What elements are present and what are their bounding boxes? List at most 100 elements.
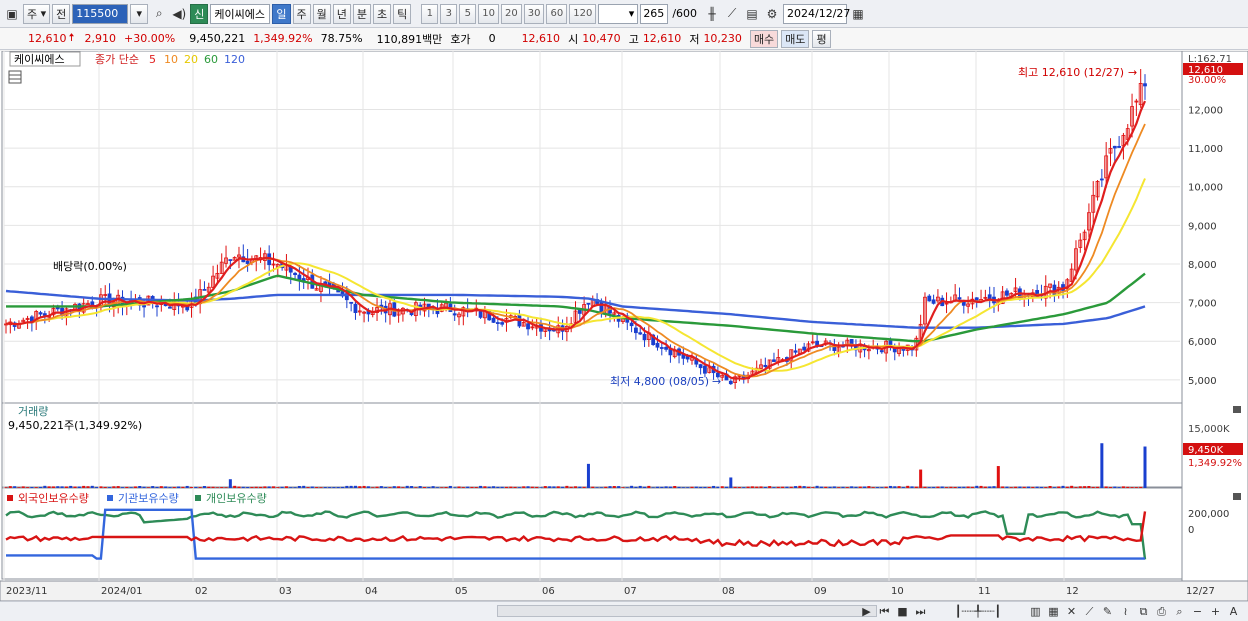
stop-icon[interactable]: ■ — [894, 603, 911, 620]
period-year-button[interactable]: 년 — [332, 3, 351, 24]
volume-bar — [621, 487, 625, 488]
sell-button[interactable]: 매도 — [781, 29, 810, 48]
horizontal-scrollbar[interactable] — [497, 605, 877, 617]
volume-bar — [828, 486, 832, 488]
volume-bar — [306, 487, 310, 488]
scroll-right-icon[interactable]: ▶ — [858, 603, 875, 620]
interval-120-button[interactable]: 120 — [569, 3, 597, 24]
volume-bar — [328, 487, 332, 488]
volume-bar — [492, 486, 496, 488]
interval-3-button[interactable]: 3 — [440, 3, 458, 24]
volume-bar — [1001, 486, 1005, 488]
volume-bar — [845, 487, 849, 488]
pen-icon[interactable]: ✎ — [1099, 603, 1116, 620]
volume-bar — [1065, 486, 1069, 488]
candle-type-icon[interactable]: ╫ — [703, 4, 721, 24]
candle-body — [927, 295, 932, 302]
volume-bar — [185, 485, 189, 488]
x-tick-label: 04 — [365, 586, 378, 597]
volume-bar — [798, 485, 802, 488]
date-input[interactable]: 2024/12/27 — [783, 3, 850, 24]
font-icon[interactable]: A — [1225, 603, 1242, 620]
buy-button[interactable]: 매수 — [749, 29, 779, 48]
volume-bar — [95, 487, 99, 488]
volume-bar — [983, 486, 987, 488]
period-minute-button[interactable]: 분 — [352, 3, 372, 24]
toolbar: ▣ 주 ▾ 전 115500 ▾ ⌕ ◀) 신 케이씨에스 일 주 월 년 분 … — [0, 0, 1248, 28]
save-icon[interactable]: ▤ — [743, 4, 761, 24]
volume-bar — [384, 487, 388, 488]
candle-body — [155, 305, 159, 308]
zoom-icon[interactable]: ⌕ — [1171, 603, 1188, 620]
volume-bar — [146, 487, 150, 488]
volume-bar — [116, 486, 120, 488]
volume-bar — [410, 486, 414, 488]
new-button[interactable]: 신 — [190, 3, 209, 24]
count-input[interactable]: 265 — [640, 3, 669, 24]
code-dropdown-button[interactable]: ▾ — [130, 3, 149, 24]
stock-code-input[interactable]: 115500 — [72, 3, 129, 24]
speaker-icon[interactable]: ◀) — [170, 4, 188, 24]
volume-bar — [608, 486, 612, 488]
period-month-button[interactable]: 월 — [312, 3, 331, 24]
volume-bar — [957, 486, 961, 488]
grid-icon[interactable]: ▦ — [1045, 603, 1062, 620]
interval-1-button[interactable]: 1 — [421, 3, 439, 24]
interval-5-button[interactable]: 5 — [459, 3, 477, 24]
prev-button[interactable]: 전 — [52, 3, 71, 24]
volume-bar — [470, 486, 474, 488]
trend-icon[interactable]: ⟋ — [1081, 603, 1098, 620]
volume-bar — [634, 486, 638, 488]
period-tick-button[interactable]: 틱 — [393, 3, 412, 24]
candle-body — [659, 347, 664, 349]
interval-30-button[interactable]: 30 — [523, 3, 545, 24]
last-page-icon[interactable]: ⏭ — [912, 603, 929, 620]
candle-body — [772, 359, 776, 362]
volume-bar — [509, 486, 513, 488]
wave-icon[interactable]: ≀ — [1117, 603, 1134, 620]
candle-body — [42, 313, 47, 316]
volume-bar — [1005, 486, 1009, 488]
print-icon[interactable]: ⎙ — [1153, 603, 1170, 620]
cross-icon[interactable]: ✕ — [1063, 603, 1080, 620]
chart-type-icon[interactable]: ▥ — [1027, 603, 1044, 620]
volume-bar — [737, 487, 741, 488]
volume-bar — [604, 486, 608, 488]
volume-bar — [794, 486, 798, 488]
interval-10-button[interactable]: 10 — [478, 3, 500, 24]
average-button[interactable]: 평 — [812, 29, 831, 48]
interval-60-button[interactable]: 60 — [546, 3, 568, 24]
zoom-out-icon[interactable]: − — [1189, 603, 1206, 620]
ma-legend-label: 종가 단순 — [95, 53, 139, 66]
calendar-icon[interactable]: ▦ — [849, 4, 867, 24]
change-percent: +30.00% — [124, 32, 176, 45]
zoom-in-icon[interactable]: + — [1207, 603, 1224, 620]
first-page-icon[interactable]: ⏮ — [876, 603, 893, 620]
volume-panel-close-icon[interactable] — [1233, 406, 1241, 413]
line-tool-icon[interactable]: ⟋ — [723, 4, 741, 24]
period-type-select[interactable]: 주 ▾ — [23, 3, 51, 24]
stock-chart[interactable]: 5,000 6,000 7,000 8,000 9,000 10,000 11,000 12,… — [0, 51, 1248, 601]
chart-menu-icon[interactable]: ▣ — [3, 4, 21, 24]
settings-gear-icon[interactable]: ⚙ — [763, 4, 781, 24]
low-label: 저 — [689, 32, 700, 46]
panel-table-icon[interactable] — [8, 70, 22, 84]
volume-bar — [966, 486, 970, 488]
zoom-slider[interactable]: ┃┈┈╀┈┈┃ — [930, 603, 1026, 620]
search-icon[interactable]: ⌕ — [150, 4, 168, 24]
holdings-panel-close-icon[interactable] — [1233, 493, 1241, 500]
volume-bar — [992, 486, 996, 488]
volume-bar — [854, 486, 858, 488]
volume-bar — [1087, 486, 1091, 488]
last-volume-tag: 9,450K — [1188, 445, 1224, 456]
volume-bar — [569, 486, 573, 488]
volume-bar — [932, 486, 936, 488]
copy-icon[interactable]: ⧉ — [1135, 603, 1152, 620]
period-week-button[interactable]: 주 — [292, 3, 311, 24]
low-arrow-icon: → — [712, 375, 721, 388]
period-day-button[interactable]: 일 — [272, 3, 291, 24]
period-second-button[interactable]: 초 — [373, 3, 392, 24]
interval-input[interactable]: ▾ — [598, 3, 639, 24]
volume-bar — [21, 486, 25, 488]
interval-20-button[interactable]: 20 — [501, 3, 522, 24]
